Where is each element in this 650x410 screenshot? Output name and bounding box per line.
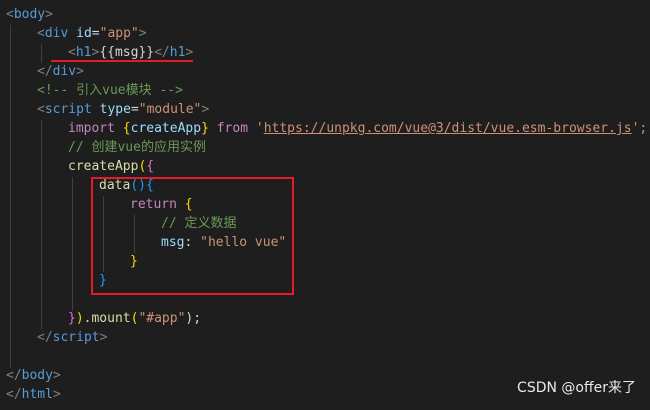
token: > (99, 330, 108, 345)
comment: // 创建vue的应用实例 (68, 140, 206, 155)
token: createApp (130, 121, 202, 136)
csdn-watermark: CSDN @offer来了 (517, 380, 636, 396)
indent-guide (10, 25, 11, 368)
code-line-8[interactable]: // 创建vue的应用实例 (68, 138, 206, 157)
token: type (99, 102, 131, 117)
token: </ (154, 45, 170, 60)
token: > (201, 102, 210, 117)
token: id (76, 26, 92, 41)
token: ); (185, 311, 202, 326)
code-line-17[interactable]: }).mount("#app"); (68, 309, 201, 328)
token: div (44, 26, 69, 41)
code-line-4[interactable]: </div> (37, 62, 84, 81)
token: {{msg}} (99, 45, 155, 60)
token: body (21, 368, 53, 383)
token: import (68, 121, 115, 136)
token: < (68, 45, 76, 60)
token: div (52, 64, 77, 79)
code-line-7[interactable]: import {createApp} from 'https://unpkg.c… (68, 119, 647, 138)
code-line-18[interactable]: </script> (37, 328, 107, 347)
import-url-link[interactable]: https://unpkg.com/vue@3/dist/vue.esm-bro… (264, 121, 632, 136)
token: script (52, 330, 100, 345)
code-line-5[interactable]: <!-- 引入vue模块 --> (37, 81, 183, 100)
code-editor[interactable]: <body> <div id="app"> <h1>{{msg}}</h1> <… (0, 0, 650, 410)
token: body (13, 7, 46, 22)
code-line-1[interactable]: <body> (6, 5, 53, 24)
token: h1 (169, 45, 186, 60)
red-underline-annotation (51, 60, 193, 62)
token: from (216, 121, 249, 136)
code-line-2[interactable]: <div id="app"> (37, 24, 147, 43)
token: < (37, 26, 45, 41)
token: '; (631, 121, 648, 136)
token: } (68, 311, 76, 326)
token: = (91, 26, 100, 41)
token: script (44, 102, 92, 117)
code-line-9[interactable]: createApp({ (68, 157, 154, 176)
token: > (76, 64, 84, 79)
token: > (138, 26, 147, 41)
comment: <!-- 引入vue模块 --> (37, 83, 183, 98)
red-box-annotation (91, 177, 294, 295)
token: </ (37, 330, 53, 345)
token: </ (6, 387, 22, 402)
token: mount (91, 311, 131, 326)
indent-guide (72, 177, 73, 311)
token: { (146, 159, 155, 174)
token: < (37, 102, 45, 117)
token: createApp (68, 159, 139, 174)
code-line-21[interactable]: </html> (6, 385, 61, 404)
token: h1 (75, 45, 92, 60)
token: "app" (99, 26, 139, 41)
token: { (122, 121, 131, 136)
token: </ (37, 64, 53, 79)
indent-guide (41, 44, 42, 63)
token: > (45, 7, 53, 22)
token: "#app" (138, 311, 186, 326)
token: = (130, 102, 139, 117)
code-line-6[interactable]: <script type="module"> (37, 100, 209, 119)
code-line-20[interactable]: </body> (6, 366, 61, 385)
token: > (185, 45, 194, 60)
token: </ (6, 368, 22, 383)
token: > (52, 368, 61, 383)
token: > (52, 387, 61, 402)
token: } (201, 121, 209, 136)
token: < (6, 7, 14, 22)
token: ' (248, 121, 264, 136)
indent-guide (41, 120, 42, 330)
token: html (21, 387, 53, 402)
token: ) (75, 311, 84, 326)
token: "module" (138, 102, 202, 117)
